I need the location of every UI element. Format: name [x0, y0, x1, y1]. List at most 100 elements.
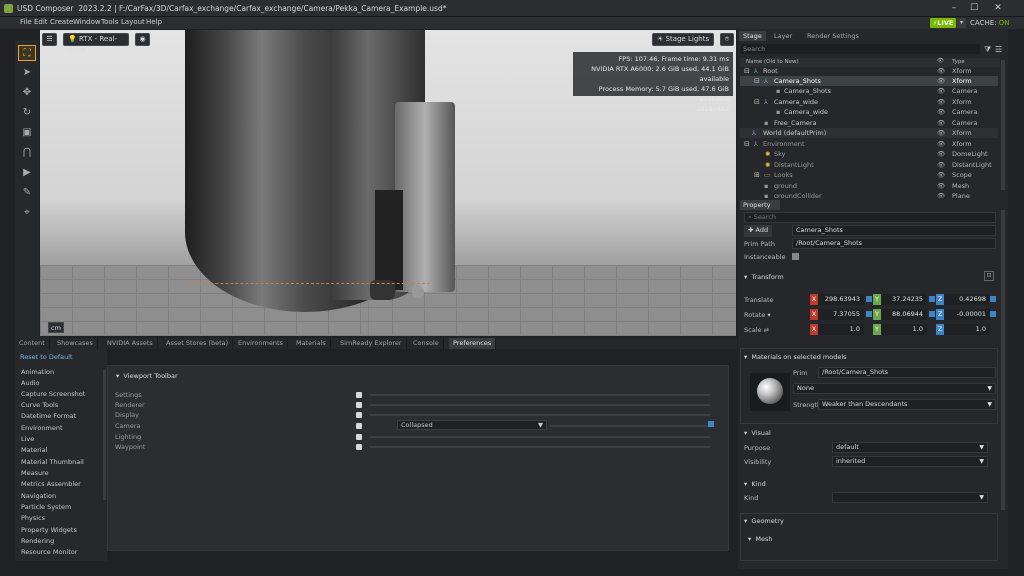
rotate-z-field[interactable]: -0.00001: [944, 309, 990, 320]
pref-category[interactable]: Physics: [21, 514, 45, 522]
close-button[interactable]: ✕: [988, 3, 1008, 14]
menu-tools[interactable]: Tools: [101, 18, 118, 26]
tab-render-settings[interactable]: Render Settings: [803, 31, 863, 41]
prim-name-field[interactable]: Camera_Shots: [792, 225, 996, 236]
settings-checkbox[interactable]: [356, 392, 362, 398]
tab-content[interactable]: Content: [15, 338, 50, 349]
stage-row[interactable]: ▪ ground 👁 Mesh: [740, 181, 998, 191]
renderer-checkbox[interactable]: [356, 402, 362, 408]
materials-section[interactable]: ▾ Materials on selected models: [744, 353, 847, 361]
stage-row[interactable]: ▪ groundCollider 👁 Plane: [740, 191, 998, 198]
mesh-subsection[interactable]: ▾ Mesh: [748, 535, 773, 543]
stage-row[interactable]: ⊞ ▭ Looks 👁 Scope: [740, 170, 998, 180]
select-arrow-icon[interactable]: ➤: [18, 65, 36, 81]
measure-icon[interactable]: ⌖: [18, 205, 36, 221]
lighting-checkbox[interactable]: [356, 434, 362, 440]
scale-y-field[interactable]: 1.0: [881, 324, 927, 335]
pref-category[interactable]: Rendering: [21, 537, 54, 545]
rotate-icon[interactable]: ↻: [18, 105, 36, 121]
stage-scrollbar[interactable]: [1001, 60, 1005, 190]
pref-category[interactable]: Environment: [21, 424, 63, 432]
pref-list-scrollbar[interactable]: [103, 370, 106, 500]
property-search-input[interactable]: ⌕ Search: [744, 212, 996, 223]
tab-property[interactable]: Property: [740, 200, 780, 210]
tab-console[interactable]: Console: [409, 338, 444, 349]
live-button[interactable]: ⚡LIVE: [930, 18, 956, 28]
pref-category[interactable]: Material: [21, 446, 47, 454]
tab-environments[interactable]: Environments: [234, 338, 288, 349]
menu-edit[interactable]: Edit: [34, 18, 48, 26]
material-prim-field[interactable]: /Root/Camera_Shots: [818, 367, 996, 378]
material-dropdown[interactable]: None ▼: [793, 383, 996, 394]
transform-options-icon[interactable]: ⊡: [984, 271, 994, 281]
pref-category[interactable]: Audio: [21, 379, 39, 387]
stage-row[interactable]: ✺ Sky 👁 DomeLight: [740, 149, 998, 159]
move-icon[interactable]: ✥: [18, 85, 36, 101]
rotate-x-field[interactable]: 7.37055: [818, 309, 864, 320]
visual-section[interactable]: ▾ Visual: [744, 429, 771, 437]
location-pin-icon[interactable]: ⌾: [720, 33, 734, 46]
kind-dropdown[interactable]: ▼: [832, 492, 988, 503]
pref-category[interactable]: Measure: [21, 469, 49, 477]
menu-create[interactable]: Create: [50, 18, 73, 26]
menu-help[interactable]: Help: [146, 18, 162, 26]
kind-section[interactable]: ▾ Kind: [744, 480, 766, 488]
purpose-dropdown[interactable]: default ▼: [832, 442, 988, 453]
transform-section[interactable]: ▾ Transform: [744, 273, 784, 281]
stage-row[interactable]: ⊟ ⅄ Environment 👁 Xform: [740, 139, 998, 149]
settings-order-slider[interactable]: [370, 394, 710, 396]
strength-dropdown[interactable]: Weaker than Descendants ▼: [818, 399, 996, 410]
rotate-x-key-icon[interactable]: [866, 311, 872, 317]
unit-badge[interactable]: cm: [48, 322, 64, 333]
display-order-slider[interactable]: [370, 414, 710, 416]
visibility-dropdown[interactable]: inherited ▼: [832, 456, 988, 467]
camera-reset-icon[interactable]: [708, 421, 714, 427]
add-button[interactable]: ✚ Add: [744, 225, 772, 237]
renderer-order-slider[interactable]: [370, 404, 710, 406]
stage-search-input[interactable]: Search: [740, 44, 980, 54]
menu-window[interactable]: Window: [73, 18, 101, 26]
pref-category[interactable]: Live: [21, 435, 34, 443]
property-scrollbar[interactable]: [1001, 210, 1005, 510]
camera-mode-dropdown[interactable]: Collapsed ▼: [397, 420, 547, 430]
pref-category[interactable]: Material Thumbnail: [21, 458, 84, 466]
stage-row[interactable]: ✺ DistantLight 👁 DistantLight: [740, 160, 998, 170]
pref-category[interactable]: Datetime Format: [21, 412, 76, 420]
rotate-label[interactable]: Rotate ▾: [744, 311, 771, 319]
stage-options-icon[interactable]: ☰: [995, 45, 1002, 54]
stage-row[interactable]: ⅄ World (defaultPrim) 👁 Xform: [740, 128, 998, 138]
instanceable-checkbox[interactable]: [792, 253, 799, 260]
tab-nvidia-assets[interactable]: NVIDIA Assets: [103, 338, 158, 349]
stage-lights-button[interactable]: ☀ Stage Lights: [652, 33, 714, 46]
translate-y-field[interactable]: 37.24235: [881, 294, 927, 305]
stage-row[interactable]: ▪ Free_Camera 👁 Camera: [740, 118, 998, 128]
rotate-y-field[interactable]: 88.06944: [881, 309, 927, 320]
tab-showcases[interactable]: Showcases: [53, 338, 98, 349]
reset-to-default-link[interactable]: Reset to Default: [20, 353, 73, 361]
tab-layer[interactable]: Layer: [770, 31, 796, 41]
translate-z-key-icon[interactable]: [990, 296, 996, 302]
display-checkbox[interactable]: [356, 412, 362, 418]
tab-stage[interactable]: Stage: [739, 31, 766, 41]
select-all-icon[interactable]: ⛶: [18, 45, 36, 61]
translate-y-key-icon[interactable]: [929, 296, 935, 302]
pref-category[interactable]: Animation: [21, 368, 54, 376]
tab-preferences[interactable]: Preferences: [449, 338, 497, 349]
pref-category[interactable]: Resource Monitor: [21, 548, 78, 556]
pref-category[interactable]: Metrics Assembler: [21, 480, 81, 488]
translate-x-key-icon[interactable]: [866, 296, 872, 302]
snap-magnet-icon[interactable]: ⋂: [18, 145, 36, 161]
translate-z-field[interactable]: 0.42698: [944, 294, 990, 305]
rotate-z-key-icon[interactable]: [990, 311, 996, 317]
pref-category[interactable]: Capture Screenshot: [21, 390, 85, 398]
scale-z-field[interactable]: 1.0: [944, 324, 990, 335]
pref-category[interactable]: Property Widgets: [21, 526, 77, 534]
waypoint-checkbox[interactable]: [356, 444, 362, 450]
translate-x-field[interactable]: 298.63943: [818, 294, 864, 305]
stage-row[interactable]: ▪ Camera_Shots 👁 Camera: [740, 86, 998, 96]
scale-icon[interactable]: ▣: [18, 125, 36, 141]
stage-row[interactable]: ⊟ ⅄ Root 👁 Xform: [740, 66, 998, 76]
menu-layout[interactable]: Layout: [121, 18, 145, 26]
stage-row[interactable]: ⊟ ⅄ Camera_wide 👁 Xform: [740, 97, 998, 107]
filter-icon[interactable]: ⧩: [984, 45, 991, 55]
